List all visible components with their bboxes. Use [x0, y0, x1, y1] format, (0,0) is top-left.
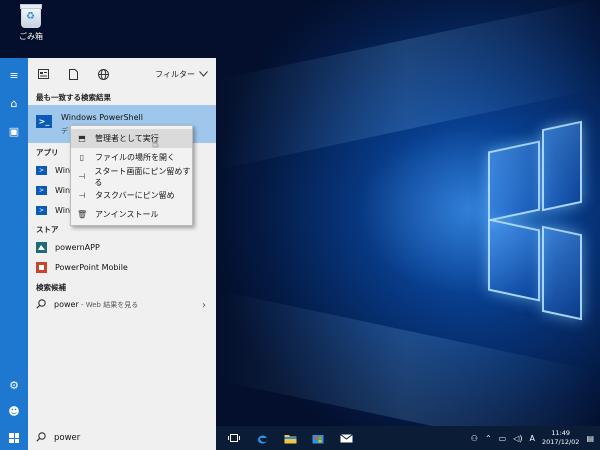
recycle-bin-label: ごみ箱 [19, 32, 43, 41]
chevron-down-icon [199, 70, 208, 79]
filter-dropdown[interactable]: フィルター [155, 69, 208, 80]
notebook-icon[interactable]: ▣ [0, 118, 28, 144]
powershell-icon: >_ [36, 115, 52, 128]
file-explorer-icon[interactable] [276, 426, 304, 450]
menu-item-label: アンインストール [95, 210, 159, 219]
store-icon[interactable] [304, 426, 332, 450]
volume-icon[interactable]: ◁) [513, 434, 522, 443]
task-view-icon[interactable] [220, 426, 248, 450]
windows-logo-icon [9, 433, 19, 443]
search-input[interactable]: power [54, 433, 80, 443]
powershell-icon: > [36, 205, 47, 215]
menu-item-label: ファイルの場所を開く [95, 153, 175, 162]
clock-date: 2017/12/02 [541, 438, 580, 446]
results-toolbar: フィルター [28, 58, 216, 90]
open-file-location-item[interactable]: ▯ ファイルの場所を開く [71, 148, 192, 167]
network-icon[interactable]: ▭ [499, 434, 507, 443]
windows-logo-pane [488, 140, 540, 222]
store-result[interactable]: powernAPP [28, 237, 216, 257]
uninstall-item[interactable]: 🗑 アンインストール [71, 205, 192, 224]
store-result-label: powernAPP [55, 242, 100, 252]
suggestions-header: 検索候補 [36, 283, 66, 292]
store-result-label: PowerPoint Mobile [55, 262, 128, 272]
clock[interactable]: 11:49 2017/12/02 [542, 429, 579, 447]
notification-icon[interactable]: ▤ [586, 434, 594, 443]
documents-filter-icon[interactable] [66, 67, 80, 81]
hamburger-menu-icon[interactable]: ≡ [0, 62, 28, 88]
pin-to-start-item[interactable]: ⊣ スタート画面にピン留めする [71, 166, 192, 187]
person-icon[interactable]: ⚇ [471, 434, 478, 443]
recycle-bin-icon [20, 4, 42, 28]
taskbar-search-box[interactable]: power [28, 426, 216, 450]
apps-filter-icon[interactable] [36, 67, 50, 81]
folder-icon: ▯ [79, 153, 85, 162]
windows-logo-pane [488, 218, 540, 302]
powershell-icon: > [36, 185, 47, 195]
taskbar: power ⚇ ⌃ ▭ ◁) A 11:49 2017/12/02 ▤ [0, 426, 600, 450]
home-icon[interactable]: ⌂ [0, 90, 28, 116]
search-results-panel: フィルター 最も一致する検索結果 >_ Windows PowerShell デ… [28, 58, 216, 426]
search-icon [36, 299, 46, 311]
suggestion-hint: - Web 結果を見る [78, 301, 139, 309]
menu-item-label: 管理者として実行 [95, 134, 159, 143]
pin-icon: ⊣ [78, 191, 86, 200]
web-filter-icon[interactable] [96, 67, 110, 81]
trash-icon: 🗑 [77, 210, 88, 219]
mail-icon[interactable] [332, 426, 360, 450]
start-rail: ≡ ⌂ ▣ ⚙ ☻ [0, 58, 28, 426]
system-tray: ⚇ ⌃ ▭ ◁) A 11:49 2017/12/02 ▤ [471, 426, 594, 450]
chevron-up-icon[interactable]: ⌃ [485, 434, 492, 443]
clock-time: 11:49 [551, 429, 571, 437]
settings-gear-icon[interactable]: ⚙ [0, 372, 28, 398]
store-result[interactable]: PowerPoint Mobile [28, 257, 216, 277]
menu-item-label: スタート画面にピン留めする [94, 166, 191, 187]
shield-run-icon: ⬒ [78, 134, 86, 143]
run-as-admin-item[interactable]: ⬒ 管理者として実行 [71, 129, 192, 148]
edge-browser-icon[interactable] [248, 426, 276, 450]
chevron-right-icon: › [202, 299, 206, 311]
menu-item-label: タスクバーにピン留め [95, 191, 175, 200]
windows-logo-pane [542, 225, 582, 321]
best-match-subtitle: デ [61, 127, 68, 135]
filter-label: フィルター [155, 69, 195, 79]
context-menu: ⬒ 管理者として実行 ▯ ファイルの場所を開く ⊣ スタート画面にピン留めする … [70, 125, 193, 226]
pin-icon: ⊣ [78, 172, 86, 181]
search-icon [36, 431, 46, 445]
best-match-header: 最も一致する検索結果 [36, 93, 111, 102]
powernapp-icon [36, 241, 47, 253]
web-suggestion[interactable]: power - Web 結果を見る › [28, 295, 216, 315]
recycle-bin[interactable]: ごみ箱 [14, 4, 48, 42]
suggestion-query: power [54, 300, 79, 309]
feedback-icon[interactable]: ☻ [0, 398, 28, 424]
mouse-cursor-icon: ☝ [152, 137, 159, 150]
taskbar-apps [220, 426, 360, 450]
best-match-title: Windows PowerShell [61, 113, 143, 122]
pin-to-taskbar-item[interactable]: ⊣ タスクバーにピン留め [71, 186, 192, 205]
ime-indicator[interactable]: A [529, 434, 534, 443]
powerpoint-icon [36, 261, 47, 273]
windows-logo-pane [542, 120, 582, 212]
start-button[interactable] [0, 426, 28, 450]
powershell-icon: > [36, 165, 47, 175]
